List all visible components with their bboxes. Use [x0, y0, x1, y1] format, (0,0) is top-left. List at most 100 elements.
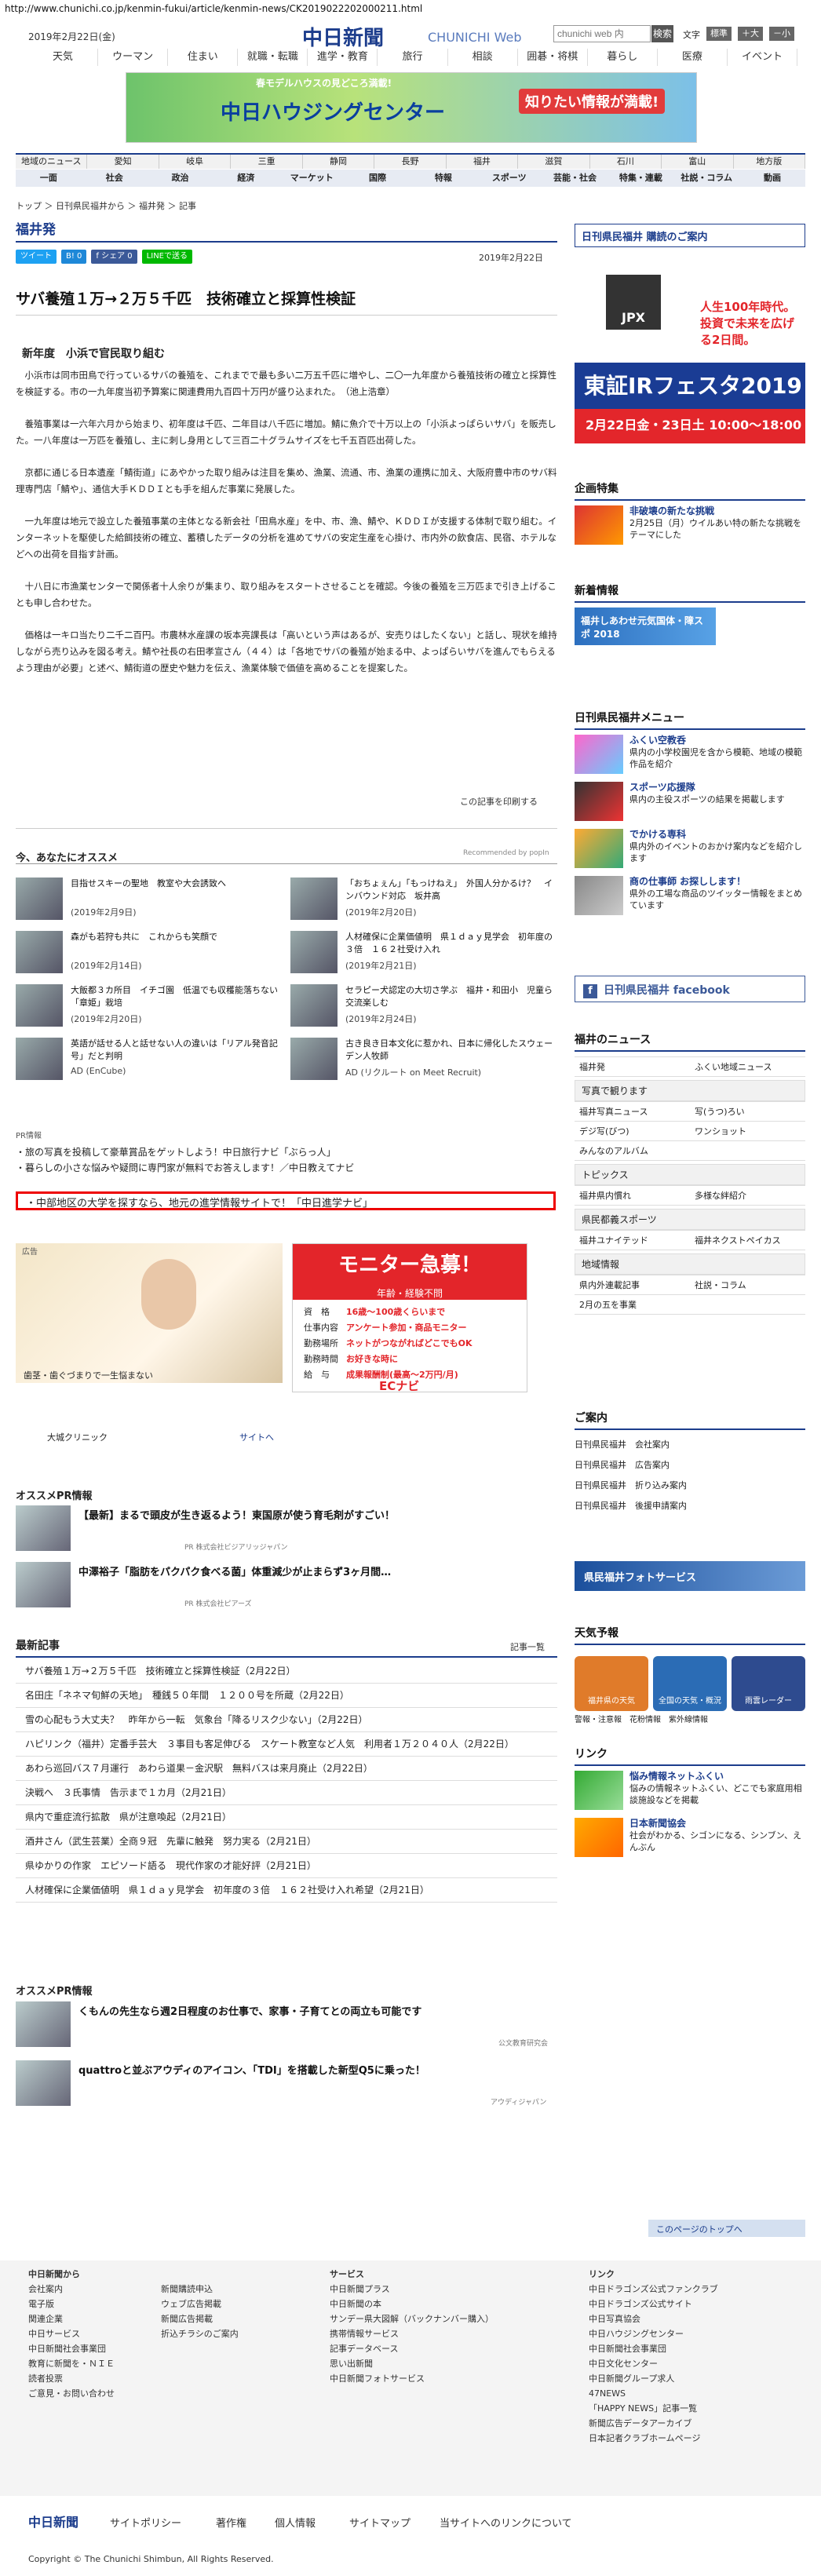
kikaku-item[interactable]: 非破壊の新たな挑戦 2月25日（月）ウイルあい特の新たな挑戦をテーマにした — [575, 505, 805, 545]
recommend-item[interactable]: 人材確保に企業価値明 県１ｄａｙ見学会 初年度の３倍 １６２社受け入れ (2019… — [290, 931, 557, 975]
search-input[interactable] — [553, 25, 651, 42]
news-item[interactable]: ハピリンク（福井）定番手芸大 ３事目も客足伸びる スケート教室など人気 利用者１… — [16, 1732, 557, 1757]
news-item[interactable]: 人材確保に企業価値明 県１ｄａｙ見学会 初年度の３倍 １６２社受け入れ希望（2月… — [16, 1878, 557, 1903]
link-item[interactable]: 悩み情報ネットふくい 悩みの情報ネットふくい、どこでも家庭用相談施設などを掲載 — [575, 1771, 805, 1810]
item-title[interactable]: 日本新聞協会 — [629, 1818, 805, 1830]
footer-link[interactable]: 中日新聞グループ求人 — [589, 2371, 718, 2386]
side-link[interactable]: 日刊県民福井 広告案内 — [575, 1455, 805, 1476]
footer-link[interactable]: 折込チラシのご案内 — [161, 2326, 239, 2341]
recommend-item[interactable]: 「おちょぇん」「もっけねえ」 外国人分かるけ？ インバウンド対応 坂井高 (201… — [290, 878, 557, 921]
item-title[interactable]: 商の仕事師 お探しします！ — [629, 876, 805, 888]
footer-link[interactable]: 電子版 — [28, 2297, 115, 2311]
footer-link[interactable]: 中日新聞の本 — [330, 2297, 494, 2311]
region-item[interactable]: 地方版 — [734, 155, 805, 169]
recommend-title[interactable]: セラピー犬認定の大切さ学ぶ 福井・和田小 児童ら交流楽しむ — [345, 984, 557, 1009]
nav-item[interactable]: ウーマン — [98, 49, 169, 66]
side-link[interactable]: 日刊県民福井 会社案内 — [575, 1435, 805, 1455]
category-item[interactable]: 一面 — [16, 170, 82, 187]
side-link[interactable]: ふくい地域ニュース — [690, 1057, 805, 1077]
facebook-share-button[interactable]: f シェア 0 — [91, 250, 137, 264]
item-title[interactable]: ふくい空教呑 — [629, 735, 805, 746]
footer-link[interactable]: 日本記者クラブホームページ — [589, 2431, 718, 2446]
region-item[interactable]: 富山 — [662, 155, 734, 169]
recommend-item[interactable]: セラピー犬認定の大切さ学ぶ 福井・和田小 児童ら交流楽しむ (2019年2月24日… — [290, 984, 557, 1028]
news-item[interactable]: あわら巡回バス７月運行 あわら道果－金沢駅 無料バスは来月廃止（2月22日） — [16, 1757, 557, 1781]
category-item[interactable]: 国際 — [345, 170, 410, 187]
facebook-link[interactable]: f 日刊県民福井 facebook — [575, 976, 805, 1002]
footer-link[interactable]: 教育に新聞を・ＮＩＥ — [28, 2356, 115, 2371]
news-item[interactable]: 名田庄「ネネマ旬鮮の天地」 種銭５０年間 １２００号を所蔵（2月22日） — [16, 1684, 557, 1708]
region-item[interactable]: 福井 — [447, 155, 519, 169]
region-item[interactable]: 愛知 — [87, 155, 159, 169]
footer-link[interactable]: 携帯情報サービス — [330, 2326, 494, 2341]
category-item[interactable]: 政治 — [148, 170, 213, 187]
recommend-title[interactable]: 目指せスキーの聖地 教室や大会誘致へ — [71, 878, 283, 890]
news-all-link[interactable]: 記事一覧 — [510, 1640, 545, 1653]
category-item[interactable]: 動画 — [739, 170, 805, 187]
address-bar[interactable]: http://www.chunichi.co.jp/kenmin-fukui/a… — [0, 0, 821, 17]
osusume-item[interactable]: quattroと並ぶアウディのアイコン、「TDI」を搭載した新型Q5に乗った！ ア… — [16, 2060, 557, 2107]
ir-festa-ad[interactable]: JPX 人生100年時代。投資で未来を広げる2日間。 東証IRフェスタ2019 … — [575, 251, 805, 443]
side-link[interactable]: 県内外連載記事 — [575, 1275, 690, 1295]
news-item[interactable]: サバ養殖１万→２万５千匹 技術確立と採算性検証（2月22日） — [16, 1659, 557, 1684]
category-item[interactable]: 芸能・社会 — [542, 170, 608, 187]
side-link[interactable]: 警報・注意報 — [575, 1713, 622, 1724]
pr-link-text[interactable]: 暮らしの小さな悩みや疑問に専門家が無料でお答えします！／中日教えてナビ — [25, 1162, 354, 1173]
recommend-title[interactable]: 森がも若狩も共に これからも笑顔で — [71, 931, 283, 943]
search-button[interactable]: 検索 — [651, 25, 673, 42]
side-link[interactable]: 多様な絆紹介 — [690, 1186, 805, 1206]
footer-link[interactable]: 中日新聞社会事業団 — [589, 2341, 718, 2356]
region-item[interactable]: 静岡 — [303, 155, 375, 169]
footer-link[interactable]: 新聞広告掲載 — [161, 2311, 239, 2326]
rain-radar-button[interactable]: 雨雲レーダー — [732, 1656, 805, 1711]
nav-item[interactable]: 医療 — [658, 49, 728, 66]
footer-link[interactable]: 中日新聞プラス — [330, 2282, 494, 2297]
category-item[interactable]: 特報 — [410, 170, 476, 187]
recommend-title[interactable]: 人材確保に企業価値明 県１ｄａｙ見学会 初年度の３倍 １６２社受け入れ — [345, 931, 557, 956]
category-item[interactable]: マーケット — [279, 170, 345, 187]
footer-link[interactable]: 中日ハウジングセンター — [589, 2326, 718, 2341]
nav-item[interactable]: 暮らし — [588, 49, 658, 66]
footer-link[interactable]: 会社案内 — [28, 2282, 115, 2297]
fukui-weather-button[interactable]: 福井県の天気 — [575, 1656, 648, 1711]
osusume-title[interactable]: 中澤裕子「脂肪をパクパク食べる菌」体重減少が止まらず3ヶ月間… — [78, 1565, 391, 1580]
pr-highlight-link[interactable]: ・中部地区の大学を探すなら、地元の進学情報サイトで！「中日進学ナビ」 — [16, 1191, 556, 1210]
news-item[interactable]: 県ゆかりの作家 エピソード語る 現代作家の才能好評（2月21日） — [16, 1854, 557, 1878]
side-link[interactable]: ワンショット — [690, 1122, 805, 1141]
recommend-item[interactable]: 森がも若狩も共に これからも笑顔で (2019年2月14日) — [16, 931, 283, 975]
menu-item[interactable]: 商の仕事師 お探しします！ 県外の工場な商品のツイッター情報をまとめています — [575, 876, 805, 915]
side-link[interactable]: 福井ユナイテッド — [575, 1231, 690, 1250]
recommend-item[interactable]: 大飯都３カ所目 イチゴ園 低温でも収穫能落ちない「章姫」栽培 (2019年2月20… — [16, 984, 283, 1028]
footer-link[interactable]: 思い出新聞 — [330, 2356, 494, 2371]
osusume-item[interactable]: くもんの先生なら週2日程度のお仕事で、家事・子育てとの両立も可能です 公文教育研究… — [16, 2001, 557, 2049]
news-item[interactable]: 県内で重症流行拡散 県が注意喚起（2月21日） — [16, 1805, 557, 1830]
side-link[interactable]: 花粉情報 — [629, 1713, 661, 1724]
item-title[interactable]: 非破壊の新たな挑戦 — [629, 505, 805, 517]
tweet-button[interactable]: ツイート — [16, 250, 57, 264]
category-item[interactable]: 社説・コラム — [673, 170, 739, 187]
footer-link[interactable]: 中日サービス — [28, 2326, 115, 2341]
pr-link-text[interactable]: 旅の写真を投稿して豪華賞品をゲットしよう！中日旅行ナビ「ぶらっ人」 — [25, 1147, 336, 1158]
region-item[interactable]: 長野 — [374, 155, 447, 169]
nav-item[interactable]: 就職・転職 — [238, 49, 308, 66]
news-item[interactable]: 決戦へ ３氏事情 告示まで１カ月（2月21日） — [16, 1781, 557, 1805]
side-link[interactable]: 2月の五を事業 — [575, 1295, 690, 1315]
font-larger-button[interactable]: ＋大 — [738, 27, 763, 41]
recommend-item[interactable]: 目指せスキーの聖地 教室や大会誘致へ (2019年2月9日) — [16, 878, 283, 921]
recommend-title[interactable]: 古き良き日本文化に惹かれ、日本に帰化したスウェーデン人牧師 — [345, 1038, 557, 1063]
footer-bar-link[interactable]: 当サイトへのリンクについて — [440, 2515, 572, 2530]
footer-logo[interactable]: 中日新聞 — [28, 2512, 78, 2530]
footer-link[interactable]: 中日ドラゴンズ公式ファンクラブ — [589, 2282, 718, 2297]
print-link[interactable]: この記事を印刷する — [460, 795, 538, 808]
osusume-title[interactable]: くもんの先生なら週2日程度のお仕事で、家事・子育てとの両立も可能です — [78, 2005, 421, 2020]
footer-bar-link[interactable]: サイトポリシー — [110, 2515, 181, 2530]
subscription-guide-link[interactable]: 日刊県民福井 購読のご案内 — [575, 224, 805, 247]
region-item[interactable]: 石川 — [590, 155, 662, 169]
photo-service-banner[interactable]: 県民福井フォトサービス — [575, 1561, 805, 1591]
line-share-button[interactable]: LINEで送る — [141, 250, 192, 264]
osusume-item[interactable]: 【最新】まるで頭皮が生き返るよう！東国原が使う育毛剤がすごい！ PR 株式会社ビジ… — [16, 1505, 557, 1553]
menu-item[interactable]: スポーツ応援隊 県内の主役スポーツの結果を掲載します — [575, 782, 805, 821]
side-link[interactable]: みんなのアルバム — [575, 1141, 690, 1161]
region-item[interactable]: 岐阜 — [159, 155, 232, 169]
category-item[interactable]: スポーツ — [476, 170, 542, 187]
